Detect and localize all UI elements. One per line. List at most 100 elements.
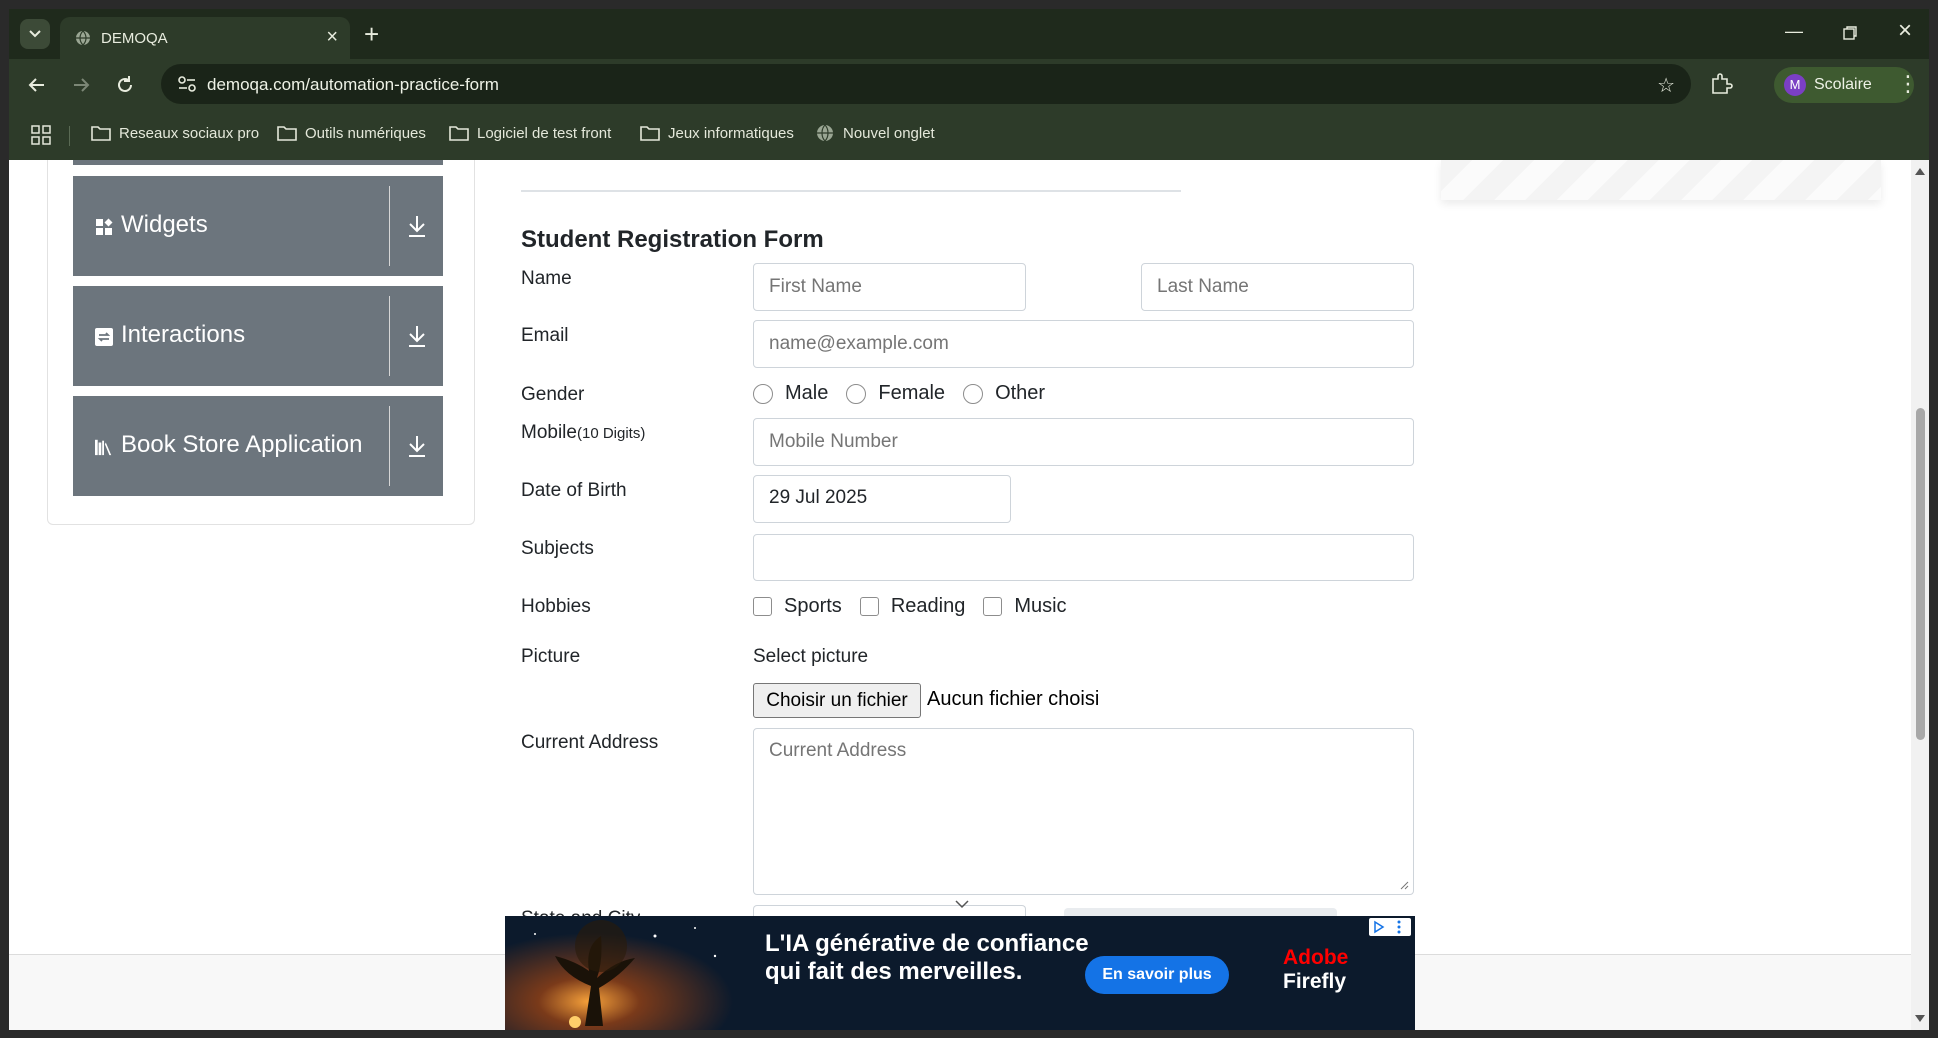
picture-hint: Select picture bbox=[753, 646, 869, 667]
current-address-textarea[interactable]: Current Address bbox=[753, 728, 1414, 895]
profile-name: Scolaire bbox=[1814, 76, 1872, 93]
folder-icon bbox=[277, 126, 297, 141]
subjects-label: Subjects bbox=[521, 538, 594, 559]
ad-headline: L'IA générative de confiance qui fait de… bbox=[765, 930, 1089, 985]
folder-icon bbox=[449, 126, 469, 141]
gender-male-label[interactable]: Male bbox=[785, 382, 828, 405]
group-divider bbox=[389, 296, 390, 376]
gender-female-option[interactable]: Female bbox=[846, 382, 945, 405]
gender-male-option[interactable]: Male bbox=[753, 382, 828, 405]
bookmark-star-icon[interactable]: ☆ bbox=[1657, 73, 1675, 98]
ad-cta-button[interactable]: En savoir plus bbox=[1085, 956, 1229, 994]
chevron-down-icon bbox=[29, 30, 41, 38]
tab-close-icon[interactable]: × bbox=[326, 26, 338, 48]
ad-choices-icon[interactable] bbox=[1369, 918, 1411, 936]
hobby-sports-option[interactable]: Sports bbox=[753, 595, 842, 618]
mobile-input[interactable] bbox=[753, 418, 1414, 466]
apps-grid-icon[interactable] bbox=[31, 125, 51, 145]
checkbox[interactable] bbox=[859, 597, 879, 616]
address-placeholder: Current Address bbox=[769, 740, 907, 761]
sidebar-group-label: Book Store Application bbox=[121, 431, 363, 458]
sidebar-group-book-store[interactable]: Book Store Application bbox=[73, 396, 443, 496]
widgets-icon bbox=[96, 218, 113, 235]
download-arrow-icon[interactable] bbox=[406, 214, 428, 238]
bookmark-reseaux-sociaux[interactable]: Reseaux sociaux pro bbox=[91, 124, 259, 142]
ad-banner[interactable]: L'IA générative de confiance qui fait de… bbox=[505, 916, 1415, 1030]
hobbies-options: Sports Reading Music bbox=[753, 595, 1085, 618]
globe-icon bbox=[817, 124, 833, 142]
mobile-label-text: Mobile bbox=[521, 422, 577, 443]
scroll-down-arrow[interactable] bbox=[1915, 1015, 1925, 1022]
minimize-icon[interactable]: — bbox=[1785, 21, 1803, 42]
folder-icon bbox=[640, 126, 660, 141]
tab-search-button[interactable] bbox=[20, 19, 50, 49]
hobby-sports-label[interactable]: Sports bbox=[784, 595, 842, 618]
gender-options: Male Female Other bbox=[753, 382, 1063, 405]
ad-brand: Adobe Firefly bbox=[1283, 946, 1348, 994]
checkbox[interactable] bbox=[983, 597, 1003, 616]
gender-label: Gender bbox=[521, 384, 585, 405]
menu-kebab-icon[interactable]: ⋮ bbox=[1897, 71, 1919, 97]
tab-demoqa[interactable]: DEMOQA × bbox=[60, 17, 350, 59]
sidebar-group-interactions[interactable]: Interactions bbox=[73, 286, 443, 386]
first-name-input[interactable] bbox=[753, 263, 1026, 311]
subjects-input[interactable] bbox=[753, 534, 1414, 581]
reload-icon[interactable] bbox=[115, 75, 135, 95]
right-ad-banner bbox=[1441, 160, 1881, 200]
folder-icon bbox=[91, 126, 111, 141]
header-divider bbox=[521, 190, 1181, 192]
hobby-music-label[interactable]: Music bbox=[1014, 595, 1066, 618]
extensions-icon[interactable] bbox=[1709, 72, 1733, 96]
tab-strip: DEMOQA × + — × bbox=[9, 9, 1929, 59]
hobby-reading-label[interactable]: Reading bbox=[891, 595, 966, 618]
mobile-hint: (10 Digits) bbox=[576, 425, 646, 442]
resize-grip-icon[interactable] bbox=[1399, 880, 1409, 890]
gender-other-option[interactable]: Other bbox=[963, 382, 1045, 405]
scroll-thumb[interactable] bbox=[1916, 408, 1925, 740]
checkbox[interactable] bbox=[753, 597, 772, 616]
page-title: Student Registration Form bbox=[521, 226, 824, 253]
file-status-text: Aucun fichier choisi bbox=[927, 688, 1100, 710]
bookmark-label: Jeux informatiques bbox=[668, 124, 794, 142]
chevron-down-icon bbox=[955, 900, 969, 909]
forward-icon[interactable] bbox=[71, 75, 91, 95]
ad-brand-line2: Firefly bbox=[1283, 970, 1347, 993]
bookmark-nouvel-onglet[interactable]: Nouvel onglet bbox=[815, 124, 935, 142]
last-name-input[interactable] bbox=[1141, 263, 1414, 311]
hobby-music-option[interactable]: Music bbox=[983, 595, 1067, 618]
group-divider bbox=[389, 406, 390, 486]
gender-female-label[interactable]: Female bbox=[878, 382, 945, 405]
bookmark-logiciel-test-front[interactable]: Logiciel de test front bbox=[449, 124, 611, 142]
restore-icon[interactable] bbox=[1843, 26, 1857, 40]
ad-image bbox=[505, 916, 745, 1030]
radio-button[interactable] bbox=[846, 383, 867, 404]
sidebar-group-label: Interactions bbox=[121, 321, 246, 348]
group-divider bbox=[389, 186, 390, 266]
bookmark-label: Nouvel onglet bbox=[843, 124, 935, 142]
url-text: demoqa.com/automation-practice-form bbox=[207, 75, 499, 94]
page-scrollbar[interactable] bbox=[1911, 160, 1929, 1030]
site-info-icon[interactable] bbox=[177, 75, 197, 93]
new-tab-icon[interactable]: + bbox=[364, 19, 379, 49]
email-input[interactable] bbox=[753, 320, 1414, 368]
back-icon[interactable] bbox=[27, 75, 47, 95]
radio-button[interactable] bbox=[963, 383, 984, 404]
address-bar[interactable]: demoqa.com/automation-practice-form ☆ bbox=[161, 64, 1691, 104]
radio-button[interactable] bbox=[753, 383, 773, 404]
profile-button[interactable]: M Scolaire bbox=[1774, 67, 1914, 103]
bookmark-label: Outils numériques bbox=[305, 124, 426, 142]
hobby-reading-option[interactable]: Reading bbox=[859, 595, 966, 618]
gender-other-label[interactable]: Other bbox=[995, 382, 1045, 405]
dob-label: Date of Birth bbox=[521, 480, 627, 501]
sidebar-group-widgets[interactable]: Widgets bbox=[73, 176, 443, 276]
bookmark-outils-numeriques[interactable]: Outils numériques bbox=[277, 124, 426, 142]
bookmark-jeux-informatiques[interactable]: Jeux informatiques bbox=[640, 124, 794, 142]
scroll-up-arrow[interactable] bbox=[1915, 168, 1925, 175]
download-arrow-icon[interactable] bbox=[406, 324, 428, 348]
close-window-icon[interactable]: × bbox=[1898, 17, 1912, 45]
dob-input[interactable]: 29 Jul 2025 bbox=[753, 475, 1011, 523]
download-arrow-icon[interactable] bbox=[406, 434, 428, 458]
choose-file-button[interactable]: Choisir un fichier bbox=[753, 683, 921, 718]
bookmarks-separator bbox=[69, 126, 70, 146]
sidebar-group-label: Widgets bbox=[121, 211, 208, 238]
